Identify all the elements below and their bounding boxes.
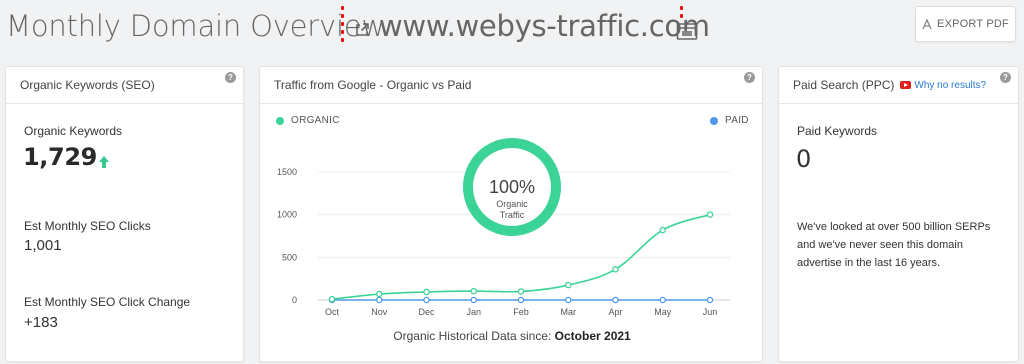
y-tick-label: 1000	[277, 210, 297, 220]
organic-keywords-label: Organic Keywords	[24, 124, 123, 138]
seo-card: Organic Keywords (SEO) ? Organic Keyword…	[5, 66, 244, 362]
organic-point	[376, 290, 383, 298]
calendar-icon[interactable]	[676, 21, 698, 41]
page-title: Monthly Domain Overview	[6, 9, 386, 43]
donut-label-traffic: Traffic	[500, 210, 525, 220]
paid-point	[470, 296, 477, 304]
paid-point	[564, 296, 572, 304]
footer-date: October 2021	[554, 329, 631, 343]
organic-point	[470, 287, 477, 295]
paid-point	[376, 296, 383, 304]
y-tick-label: 500	[282, 252, 297, 262]
ppc-description: We've looked at over 500 billion SERPs a…	[797, 221, 991, 269]
ppc-card-title: Paid Search (PPC)	[793, 78, 895, 92]
organic-keywords-value: 1,729	[23, 143, 97, 171]
organic-point	[517, 288, 525, 295]
organic-point	[612, 266, 619, 273]
x-tick-label: Nov	[371, 307, 388, 317]
page-header: Monthly Domain Overview www.webys-traffi…	[0, 0, 1024, 56]
chart-footer: Organic Historical Data since: October 2…	[260, 329, 764, 343]
x-tick-label: Jun	[703, 307, 718, 317]
organic-point	[564, 281, 572, 289]
organic-point	[659, 226, 666, 234]
help-icon[interactable]: ?	[225, 72, 236, 83]
paid-point	[423, 296, 430, 304]
external-link-icon[interactable]	[354, 22, 370, 38]
x-tick-label: Apr	[608, 307, 622, 317]
x-tick-label: Dec	[418, 307, 435, 317]
x-tick-label: Oct	[325, 307, 340, 317]
organic-point	[423, 288, 430, 296]
paid-point	[517, 296, 525, 304]
divider-dots-left	[341, 6, 345, 44]
seo-click-change-label: Est Monthly SEO Click Change	[24, 295, 191, 309]
domain-name[interactable]: www.webys-traffic.com	[379, 9, 710, 43]
paid-keywords-label: Paid Keywords	[797, 124, 878, 138]
export-pdf-label: EXPORT PDF	[937, 18, 1009, 30]
up-arrow-icon	[99, 156, 109, 168]
x-tick-label: May	[654, 307, 672, 317]
seo-click-change-value: +183	[24, 314, 58, 331]
paid-keywords-value: 0	[796, 145, 811, 173]
seo-card-title: Organic Keywords (SEO)	[20, 78, 155, 92]
organic-point	[328, 295, 336, 303]
why-no-results-label: Why no results?	[914, 79, 987, 91]
organic-point	[706, 211, 714, 218]
traffic-line-chart: 0 500 1000 1500 Oct Nov Dec Jan Feb Mar Apr May Jun 1…	[277, 137, 730, 317]
paid-point	[659, 296, 666, 304]
youtube-icon	[900, 81, 912, 89]
seo-clicks-value: 1,001	[24, 237, 62, 254]
seo-clicks-label: Est Monthly SEO Clicks	[24, 219, 151, 233]
donut-label-organic: Organic	[496, 199, 528, 209]
help-icon[interactable]: ?	[1000, 72, 1011, 83]
why-no-results-link[interactable]: Why no results?	[900, 80, 986, 91]
x-tick-label: Feb	[513, 307, 529, 317]
ppc-card: Paid Search (PPC) Why no results? ? Paid…	[778, 66, 1019, 362]
footer-prefix: Organic Historical Data since:	[393, 329, 555, 343]
seo-card-header: Organic Keywords (SEO) ?	[6, 67, 243, 104]
donut-percent: 100%	[489, 177, 535, 197]
ppc-card-header: Paid Search (PPC) Why no results? ?	[779, 67, 1018, 104]
pdf-icon	[922, 18, 932, 29]
x-tick-label: Jan	[466, 307, 481, 317]
traffic-card: Traffic from Google - Organic vs Paid ? …	[259, 66, 763, 362]
export-pdf-button[interactable]: EXPORT PDF	[915, 6, 1016, 42]
paid-point	[612, 296, 619, 304]
x-tick-label: Mar	[561, 307, 577, 317]
y-tick-label: 0	[292, 295, 297, 305]
y-tick-label: 1500	[277, 167, 297, 177]
paid-point	[706, 296, 714, 304]
